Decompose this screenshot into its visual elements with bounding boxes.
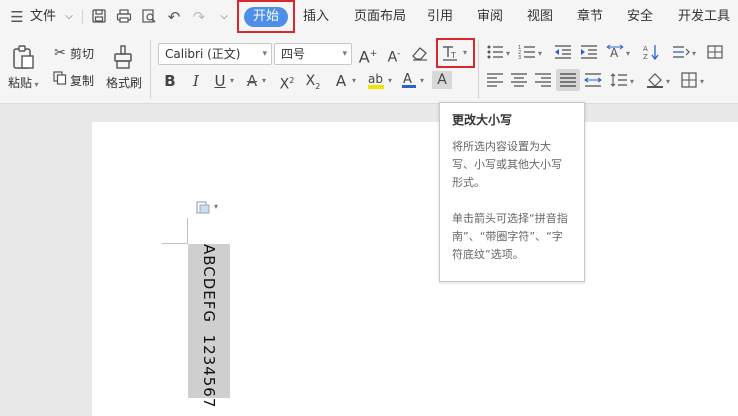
divider xyxy=(82,10,83,24)
highlight-dropdown-icon[interactable]: ▾ xyxy=(386,72,394,90)
divider xyxy=(478,40,479,98)
font-color-icon[interactable]: A xyxy=(400,70,418,90)
menu-bar: ☰ 文件 ⌵ ↶ ↷ ⌵ 开始 插入 页面布局 引用 审阅 视图 章节 安全 开… xyxy=(0,0,738,34)
italic-icon[interactable]: I xyxy=(188,72,204,90)
font-size-select[interactable]: 四号 ▾ xyxy=(274,43,352,65)
tab-start[interactable]: 开始 xyxy=(244,7,288,27)
increase-indent-icon[interactable] xyxy=(580,44,598,65)
font-family-select[interactable]: Calibri (正文) ▾ xyxy=(158,43,272,65)
tooltip-title: 更改大小写 xyxy=(452,113,513,127)
format-painter-icon[interactable] xyxy=(110,44,136,70)
align-center-icon[interactable] xyxy=(510,72,528,93)
vertical-text: ABCDEFG 1234567 xyxy=(200,244,218,409)
underline-dropdown-icon[interactable]: ▾ xyxy=(228,72,236,90)
superscript-icon[interactable]: X2 xyxy=(278,72,296,94)
grow-font-icon[interactable]: A+ xyxy=(358,45,378,66)
svg-text:A: A xyxy=(403,72,412,87)
shrink-font-icon[interactable]: A- xyxy=(384,45,404,67)
paragraph-spacing-icon[interactable] xyxy=(672,44,690,65)
bold-icon[interactable]: B xyxy=(162,72,178,90)
line-spacing-dropdown-icon[interactable]: ▾ xyxy=(628,73,636,91)
selected-text-block[interactable]: ABCDEFG 1234567 xyxy=(188,244,230,408)
line-spacing-icon[interactable] xyxy=(610,72,628,93)
show-hide-icon[interactable] xyxy=(706,44,724,65)
numbered-list-icon[interactable]: 123 xyxy=(518,44,536,65)
tooltip-body: 单击箭头可选择“拼音指南”、“带圈字符”、“字符底纹”选项。 xyxy=(452,212,568,261)
paste-label: 粘贴 xyxy=(8,76,33,90)
font-size-value: 四号 xyxy=(281,47,306,61)
borders-dropdown-icon[interactable]: ▾ xyxy=(698,73,706,91)
redo-icon[interactable]: ↷ xyxy=(190,8,208,26)
divider xyxy=(150,40,151,98)
paste-options-dropdown-icon[interactable]: ▾ xyxy=(214,202,218,211)
paste-button[interactable]: 粘贴 ▾ xyxy=(8,74,39,91)
text-effect-icon[interactable]: A xyxy=(332,72,350,90)
align-left-icon[interactable] xyxy=(486,72,504,93)
text-effect-dropdown-icon[interactable]: ▾ xyxy=(350,72,358,90)
tab-chapter[interactable]: 章节 xyxy=(577,0,603,34)
svg-text:A: A xyxy=(643,45,648,53)
paste-options-icon[interactable] xyxy=(196,200,210,214)
tab-view[interactable]: 视图 xyxy=(527,0,553,34)
tab-security[interactable]: 安全 xyxy=(627,0,653,34)
hamburger-menu-icon[interactable]: ☰ xyxy=(8,8,26,26)
print-icon[interactable] xyxy=(115,8,133,26)
tab-insert[interactable]: 插入 xyxy=(303,0,329,34)
font-color-dropdown-icon[interactable]: ▾ xyxy=(418,72,426,90)
margin-mark xyxy=(187,218,188,244)
text-direction-dropdown-icon[interactable]: ▾ xyxy=(624,45,632,63)
borders-icon[interactable] xyxy=(680,72,698,93)
align-right-icon[interactable] xyxy=(534,72,552,93)
chevron-down-icon: ▾ xyxy=(262,49,267,59)
clear-format-eraser-icon[interactable] xyxy=(410,45,430,66)
char-shading-icon[interactable]: A xyxy=(432,71,452,89)
cut-button[interactable]: 剪切 xyxy=(70,45,94,62)
distributed-align-icon[interactable] xyxy=(584,72,602,93)
file-menu[interactable]: 文件 xyxy=(30,0,56,34)
chevron-down-icon[interactable]: ⌵ xyxy=(60,8,78,26)
tab-review[interactable]: 审阅 xyxy=(477,0,503,34)
justify-icon[interactable] xyxy=(556,69,580,91)
tab-developer[interactable]: 开发工具 xyxy=(678,0,730,34)
numbered-list-dropdown-icon[interactable]: ▾ xyxy=(536,45,544,63)
text-direction-icon[interactable]: A xyxy=(606,44,624,65)
change-case-tooltip: 更改大小写 将所选内容设置为大写、小写或其他大小写形式。 单击箭头可选择“拼音指… xyxy=(439,102,585,282)
tab-page-layout[interactable]: 页面布局 xyxy=(354,0,406,34)
change-case-icon[interactable]: T xyxy=(440,44,460,67)
tooltip-body: 将所选内容设置为大写、小写或其他大小写形式。 xyxy=(452,140,562,189)
tab-references[interactable]: 引用 xyxy=(427,0,453,34)
highlight-icon[interactable]: ab xyxy=(366,70,386,90)
margin-mark xyxy=(162,243,188,244)
ribbon: ☰ 文件 ⌵ ↶ ↷ ⌵ 开始 插入 页面布局 引用 审阅 视图 章节 安全 开… xyxy=(0,0,738,104)
svg-text:T: T xyxy=(450,51,456,60)
underline-icon[interactable]: U xyxy=(212,72,228,90)
shading-fill-icon[interactable] xyxy=(646,72,664,93)
copy-icon[interactable] xyxy=(52,71,68,90)
customize-chevron-icon[interactable]: ⌵ xyxy=(215,8,233,26)
svg-text:3: 3 xyxy=(518,55,521,60)
format-painter-button[interactable]: 格式刷 xyxy=(106,74,142,91)
strikethrough-dropdown-icon[interactable]: ▾ xyxy=(260,72,268,90)
copy-button[interactable]: 复制 xyxy=(70,72,94,89)
change-case-dropdown-icon[interactable]: ▾ xyxy=(460,44,470,62)
cut-icon[interactable]: ✂ xyxy=(52,44,68,62)
undo-icon[interactable]: ↶ xyxy=(165,8,183,26)
strikethrough-icon[interactable]: A xyxy=(244,72,260,90)
svg-text:ab: ab xyxy=(368,72,383,86)
bullet-list-icon[interactable] xyxy=(486,44,504,65)
font-family-value: Calibri (正文) xyxy=(165,47,241,61)
print-preview-icon[interactable] xyxy=(140,8,158,26)
chevron-down-icon: ▾ xyxy=(342,49,347,59)
svg-text:A: A xyxy=(610,46,619,60)
paste-icon[interactable] xyxy=(10,44,36,70)
subscript-icon[interactable]: X2 xyxy=(304,72,322,96)
decrease-indent-icon[interactable] xyxy=(554,44,572,65)
save-icon[interactable] xyxy=(90,8,108,26)
shading-dropdown-icon[interactable]: ▾ xyxy=(664,73,672,91)
sort-icon[interactable]: AZ xyxy=(642,44,660,65)
bullet-list-dropdown-icon[interactable]: ▾ xyxy=(504,45,512,63)
paragraph-spacing-dropdown-icon[interactable]: ▾ xyxy=(690,45,698,63)
svg-text:Z: Z xyxy=(643,53,648,60)
